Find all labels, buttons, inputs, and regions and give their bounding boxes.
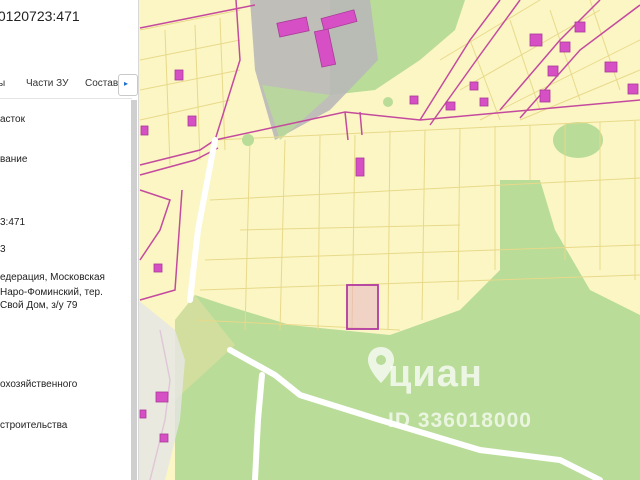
building (445, 101, 456, 111)
field-name: вание (0, 154, 28, 165)
building (409, 95, 419, 105)
forest-circle-right (553, 122, 603, 158)
watermark-brand: циан (388, 353, 483, 395)
building (539, 89, 551, 103)
tree (242, 134, 254, 146)
building (559, 41, 571, 53)
field-category: охозяйственного (0, 379, 78, 390)
field-address-line-2: Наро-Фоминский, тер. (0, 287, 103, 298)
building (469, 81, 479, 91)
watermark-id: ID 336018000 (388, 409, 532, 432)
building (547, 65, 559, 77)
tab-parts[interactable]: Части ЗУ (26, 78, 68, 89)
building (355, 157, 365, 177)
field-cadastral: 3:471 (0, 217, 26, 228)
field-quarter: 3 (0, 244, 6, 255)
building (529, 33, 543, 47)
building (153, 263, 163, 273)
field-type: асток (0, 114, 25, 125)
selected-parcel[interactable] (346, 284, 379, 330)
tree (383, 97, 393, 107)
building (174, 69, 184, 81)
tab-info[interactable]: ы (0, 78, 5, 89)
tab-composition[interactable]: Состав (85, 78, 118, 89)
info-panel: :0120723:471 ы Части ЗУ Состав ▸ асток в… (0, 0, 139, 480)
building (627, 83, 639, 95)
building (155, 391, 169, 403)
building (479, 97, 489, 107)
tabs-scroll-right-button[interactable]: ▸ (118, 74, 138, 96)
watermark: циан ID 336018000 (366, 343, 586, 438)
cadastral-number: :0120723:471 (0, 8, 80, 24)
chevron-right-icon: ▸ (124, 79, 129, 88)
building (139, 409, 147, 419)
divider (0, 98, 132, 99)
field-use: строительства (0, 420, 68, 431)
field-address-line-3: Свой Дом, з/у 79 (0, 300, 78, 311)
tab-bar: ы Части ЗУ Состав ▸ (0, 74, 138, 98)
field-address-line-1: едерация, Московская (0, 272, 105, 283)
building (140, 125, 149, 136)
building (574, 21, 586, 33)
panel-scrollbar[interactable] (131, 100, 137, 480)
building (604, 61, 618, 73)
building (159, 433, 169, 443)
building (187, 115, 197, 127)
